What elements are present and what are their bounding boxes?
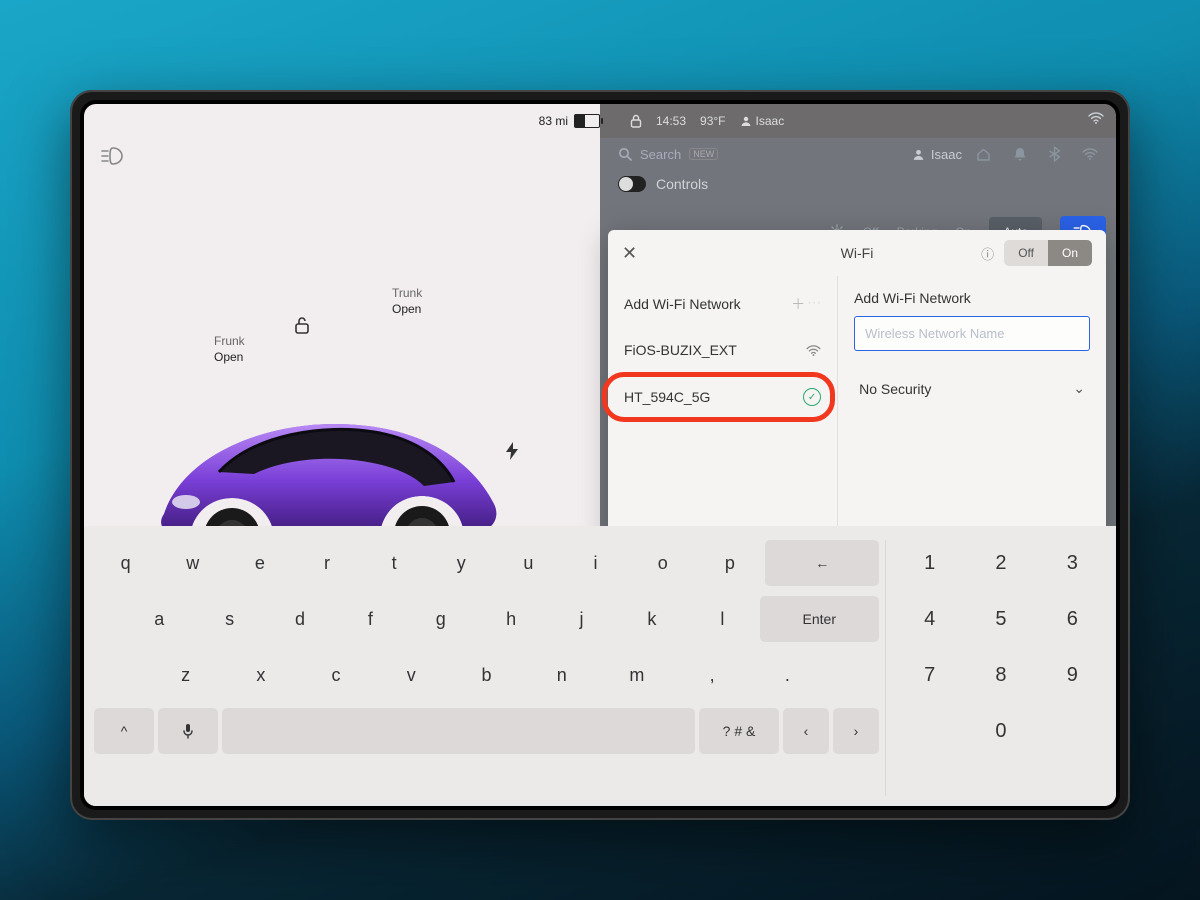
trunk-control[interactable]: Trunk Open: [392, 286, 422, 317]
tablet-frame: 83 mi 14:53 93°F Isaac Frunk: [70, 90, 1130, 820]
key-3[interactable]: 3: [1039, 540, 1106, 586]
wifi-signal-icon: [806, 345, 821, 356]
key-7[interactable]: 7: [896, 652, 963, 698]
onscreen-keyboard: qwertyuiop← asdfghjklEnter zxcvbnm,. ^ ?…: [84, 526, 1116, 806]
close-icon[interactable]: ✕: [622, 243, 637, 264]
key-h[interactable]: h: [478, 596, 544, 642]
arrow-right-key[interactable]: ›: [833, 708, 879, 754]
form-title: Add Wi-Fi Network: [854, 290, 1090, 306]
wifi-off[interactable]: Off: [1004, 240, 1048, 266]
key-c[interactable]: c: [300, 652, 371, 698]
info-icon[interactable]: ⓘ: [981, 244, 994, 263]
key-a[interactable]: a: [126, 596, 192, 642]
key-9[interactable]: 9: [1039, 652, 1106, 698]
key-r[interactable]: r: [295, 540, 358, 586]
lock-icon[interactable]: [630, 114, 642, 128]
controls-toggle[interactable]: [618, 176, 646, 192]
frunk-control[interactable]: Frunk Open: [214, 334, 245, 365]
key-.[interactable]: .: [752, 652, 823, 698]
network-name-input[interactable]: [854, 316, 1090, 351]
add-network-item[interactable]: Add Wi-Fi Network ＋⋯: [608, 280, 837, 328]
notifications-icon[interactable]: [1013, 147, 1027, 162]
security-select[interactable]: No Security ⌄: [854, 369, 1090, 408]
enter-key[interactable]: Enter: [760, 596, 880, 642]
key-l[interactable]: l: [689, 596, 755, 642]
key-s[interactable]: s: [196, 596, 262, 642]
touchscreen: 83 mi 14:53 93°F Isaac Frunk: [84, 104, 1116, 806]
profile-button[interactable]: Isaac: [912, 147, 962, 162]
controls-label: Controls: [656, 176, 708, 192]
key-u[interactable]: u: [497, 540, 560, 586]
key-o[interactable]: o: [631, 540, 694, 586]
key-n[interactable]: n: [526, 652, 597, 698]
key-6[interactable]: 6: [1039, 596, 1106, 642]
symbols-key[interactable]: ? # &: [699, 708, 779, 754]
key-x[interactable]: x: [225, 652, 296, 698]
wifi-on[interactable]: On: [1048, 240, 1092, 266]
key-g[interactable]: g: [408, 596, 474, 642]
status-bar: 83 mi 14:53 93°F Isaac: [84, 104, 1116, 138]
arrow-left-key[interactable]: ‹: [783, 708, 829, 754]
key-y[interactable]: y: [430, 540, 493, 586]
key-v[interactable]: v: [376, 652, 447, 698]
unlock-icon[interactable]: [294, 316, 310, 334]
wifi-status-icon[interactable]: [1088, 112, 1104, 124]
wifi-icon[interactable]: [1082, 148, 1098, 160]
space-key[interactable]: [222, 708, 695, 754]
key-,[interactable]: ,: [677, 652, 748, 698]
key-t[interactable]: t: [363, 540, 426, 586]
temperature: 93°F: [700, 114, 725, 128]
user-name: Isaac: [756, 114, 785, 128]
homelink-icon[interactable]: [976, 147, 991, 162]
key-e[interactable]: e: [228, 540, 291, 586]
wifi-toggle[interactable]: Off On: [1004, 240, 1092, 266]
key-2[interactable]: 2: [967, 540, 1034, 586]
network-item-connected[interactable]: HT_594C_5G ✓: [608, 372, 837, 422]
key-8[interactable]: 8: [967, 652, 1034, 698]
wifi-form: Add Wi-Fi Network No Security ⌄: [838, 276, 1106, 560]
key-q[interactable]: q: [94, 540, 157, 586]
key-5[interactable]: 5: [967, 596, 1034, 642]
key-4[interactable]: 4: [896, 596, 963, 642]
mic-key[interactable]: [158, 708, 218, 754]
add-icon: ＋⋯: [791, 294, 821, 314]
key-1[interactable]: 1: [896, 540, 963, 586]
backspace-key[interactable]: ←: [765, 540, 879, 586]
battery-icon: [574, 114, 600, 128]
chevron-down-icon: ⌄: [1073, 380, 1085, 397]
headlight-icon[interactable]: [100, 146, 126, 166]
key-p[interactable]: p: [698, 540, 761, 586]
connected-check-icon: ✓: [803, 388, 821, 406]
bluetooth-icon[interactable]: [1049, 146, 1060, 162]
key-k[interactable]: k: [619, 596, 685, 642]
key-m[interactable]: m: [601, 652, 672, 698]
network-item[interactable]: FiOS-BUZIX_EXT: [608, 328, 837, 372]
key-w[interactable]: w: [161, 540, 224, 586]
key-z[interactable]: z: [150, 652, 221, 698]
key-0[interactable]: 0: [967, 708, 1034, 754]
range-value: 83 mi: [539, 114, 568, 128]
wifi-modal: ✕ Wi-Fi ⓘ Off On Add Wi-Fi Network ＋⋯ Fi…: [608, 230, 1106, 560]
shift-key[interactable]: ^: [94, 708, 154, 754]
key-f[interactable]: f: [337, 596, 403, 642]
key-b[interactable]: b: [451, 652, 522, 698]
key-j[interactable]: j: [548, 596, 614, 642]
key-i[interactable]: i: [564, 540, 627, 586]
wifi-network-list: Add Wi-Fi Network ＋⋯ FiOS-BUZIX_EXT HT_5…: [608, 276, 838, 560]
key-d[interactable]: d: [267, 596, 333, 642]
search-bar[interactable]: Search NEW: [618, 147, 898, 162]
clock: 14:53: [656, 114, 686, 128]
new-badge: NEW: [689, 148, 718, 160]
user-icon: Isaac: [740, 114, 785, 128]
